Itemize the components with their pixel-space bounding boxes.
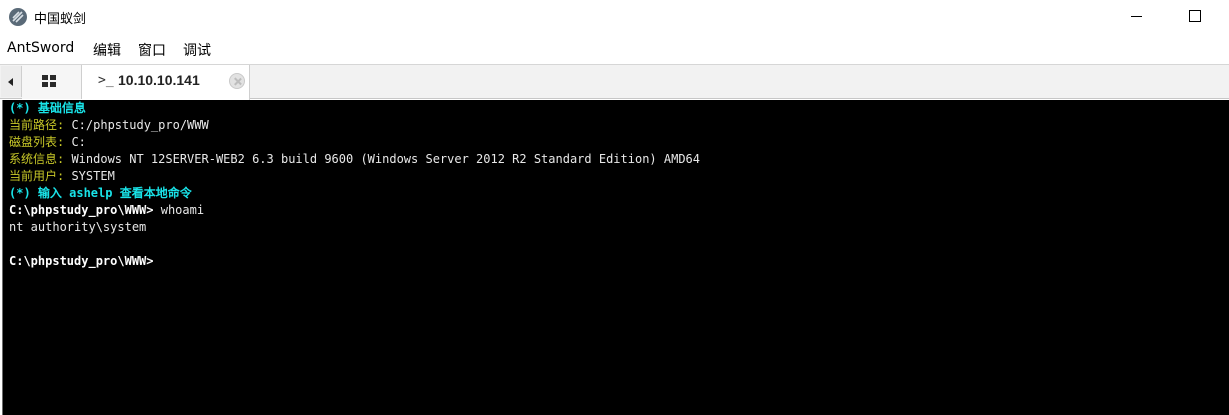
disk-list-label: 磁盘列表: xyxy=(9,135,65,149)
terminal-line-command: C:\phpstudy_pro\WWW> whoami xyxy=(9,202,1229,219)
terminal-line-user: 当前用户: SYSTEM xyxy=(9,168,1229,185)
terminal-prompt: C:\phpstudy_pro\WWW> xyxy=(9,203,154,217)
current-path-label: 当前路径: xyxy=(9,118,65,132)
tab-label: 10.10.10.141 xyxy=(118,72,200,88)
current-path-value: C:/phpstudy_pro/WWW xyxy=(64,118,209,132)
system-info-value: Windows NT 12SERVER-WEB2 6.3 build 9600 … xyxy=(64,152,700,166)
menu-bar: AntSword 编辑 窗口 调试 xyxy=(0,36,1229,62)
grid-icon xyxy=(42,75,56,87)
terminal-header-basic-info: (*) 基础信息 xyxy=(9,101,86,115)
tab-terminal[interactable]: >_ 10.10.10.141 xyxy=(82,65,250,100)
terminal-line-sysinfo: 系统信息: Windows NT 12SERVER-WEB2 6.3 build… xyxy=(9,151,1229,168)
maximize-button[interactable] xyxy=(1175,0,1213,33)
window-title: 中国蚁剑 xyxy=(34,12,87,27)
current-user-value: SYSTEM xyxy=(64,169,115,183)
terminal-command: whoami xyxy=(153,203,205,217)
current-user-label: 当前用户: xyxy=(9,169,65,183)
antsword-logo-icon xyxy=(9,8,27,26)
terminal-line-path: 当前路径: C:/phpstudy_pro/WWW xyxy=(9,117,1229,134)
tab-scroll-left-button[interactable] xyxy=(1,66,22,97)
tab-bar: >_ 10.10.10.141 xyxy=(0,64,1229,100)
minimize-button[interactable] xyxy=(1120,0,1154,33)
tab-home[interactable] xyxy=(22,65,82,99)
close-icon[interactable] xyxy=(229,73,245,89)
title-bar: 中国蚁剑 xyxy=(0,0,1229,33)
terminal-command-output: nt authority\system xyxy=(9,220,147,234)
terminal-header-help: (*) 输入 ashelp 查看本地命令 xyxy=(9,186,192,200)
system-info-label: 系统信息: xyxy=(9,152,65,166)
terminal-icon: >_ xyxy=(98,73,114,88)
menu-antsword[interactable]: AntSword xyxy=(7,40,74,56)
menu-edit[interactable]: 编辑 xyxy=(93,40,121,60)
menu-window[interactable]: 窗口 xyxy=(138,40,166,60)
terminal-output[interactable]: (*) 基础信息 当前路径: C:/phpstudy_pro/WWW 磁盘列表:… xyxy=(2,100,1229,415)
terminal-prompt-current[interactable]: C:\phpstudy_pro\WWW> xyxy=(9,253,1229,270)
terminal-line-disks: 磁盘列表: C: xyxy=(9,134,1229,151)
disk-list-value: C: xyxy=(64,135,86,149)
menu-debug[interactable]: 调试 xyxy=(183,40,211,60)
